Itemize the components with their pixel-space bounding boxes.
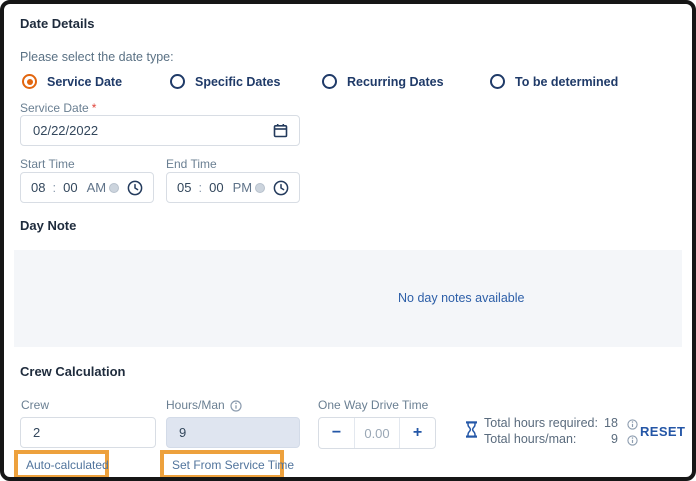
totals-summary: Total hours required: 18 Total hours/man… <box>484 416 638 446</box>
time-separator: : <box>198 180 203 195</box>
radio-selected-icon[interactable] <box>22 74 37 89</box>
start-minute[interactable]: 00 <box>63 180 77 195</box>
clear-time-icon[interactable] <box>255 182 265 193</box>
total-hours-required-label: Total hours required: <box>484 416 598 430</box>
day-note-panel: No day notes available <box>14 250 682 347</box>
crew-value: 2 <box>33 425 41 440</box>
radio-unselected-icon[interactable] <box>490 74 505 89</box>
set-from-service-time-text: Set From Service Time <box>172 457 295 472</box>
radio-to-be-determined-label: To be determined <box>515 74 619 89</box>
crew-calculation-title: Crew Calculation <box>20 364 126 379</box>
end-time-input[interactable]: 05 : 00 PM <box>166 172 300 203</box>
reset-button[interactable]: RESET <box>640 424 685 439</box>
radio-to-be-determined[interactable]: To be determined <box>490 74 618 89</box>
set-from-service-time-callout: Set From Service Time <box>160 450 294 477</box>
crew-input[interactable]: 2 <box>20 417 156 448</box>
radio-recurring-dates-label: Recurring Dates <box>347 74 444 89</box>
auto-calculated-text: Auto-calculated <box>26 457 109 472</box>
day-note-title: Day Note <box>20 218 77 233</box>
clock-icon[interactable] <box>273 180 289 196</box>
increment-button[interactable]: + <box>400 418 435 448</box>
crew-label: Crew <box>21 398 50 412</box>
decrement-button[interactable]: − <box>319 418 354 448</box>
radio-specific-dates-label: Specific Dates <box>195 74 281 89</box>
date-type-prompt: Please select the date type: <box>20 50 174 64</box>
hours-man-label: Hours/Man <box>166 398 242 412</box>
service-date-input[interactable]: 02/22/2022 <box>20 115 300 146</box>
hours-man-input: 9 <box>166 417 300 448</box>
date-details-form: Date Details Please select the date type… <box>0 0 696 481</box>
service-date-value: 02/22/2022 <box>33 123 99 138</box>
start-hour[interactable]: 08 <box>31 180 45 195</box>
start-meridiem[interactable]: AM <box>87 180 107 195</box>
radio-unselected-icon[interactable] <box>322 74 337 89</box>
total-hours-man-label: Total hours/man: <box>484 432 577 446</box>
one-way-drive-time-label: One Way Drive Time <box>318 398 429 412</box>
clear-time-icon[interactable] <box>109 182 119 193</box>
service-date-label: Service Date * <box>20 101 97 115</box>
end-time-label: End Time <box>166 157 217 171</box>
calendar-icon[interactable] <box>273 123 288 138</box>
total-hours-man-value: 9 <box>611 432 618 446</box>
one-way-drive-time-stepper: − 0.00 + <box>318 417 436 449</box>
radio-service-date-label: Service Date <box>47 74 123 89</box>
info-icon[interactable] <box>627 434 638 446</box>
info-icon[interactable] <box>230 400 242 412</box>
radio-specific-dates[interactable]: Specific Dates <box>170 74 280 89</box>
start-time-label: Start Time <box>20 157 75 171</box>
hours-man-value: 9 <box>179 425 187 440</box>
start-time-input[interactable]: 08 : 00 AM <box>20 172 154 203</box>
clock-icon[interactable] <box>127 180 143 196</box>
info-icon[interactable] <box>627 418 638 430</box>
radio-unselected-icon[interactable] <box>170 74 185 89</box>
hourglass-icon <box>465 421 478 438</box>
total-hours-required-value: 18 <box>604 416 618 430</box>
required-asterisk: * <box>91 101 97 115</box>
end-minute[interactable]: 00 <box>209 180 223 195</box>
radio-service-date[interactable]: Service Date <box>22 74 122 89</box>
end-meridiem[interactable]: PM <box>233 180 253 195</box>
one-way-drive-time-value[interactable]: 0.00 <box>354 418 400 448</box>
auto-calculated-callout: Auto-calculated <box>14 450 109 477</box>
end-hour[interactable]: 05 <box>177 180 191 195</box>
no-day-notes-message: No day notes available <box>398 291 525 305</box>
radio-recurring-dates[interactable]: Recurring Dates <box>322 74 444 89</box>
date-details-title: Date Details <box>20 16 95 31</box>
time-separator: : <box>52 180 57 195</box>
